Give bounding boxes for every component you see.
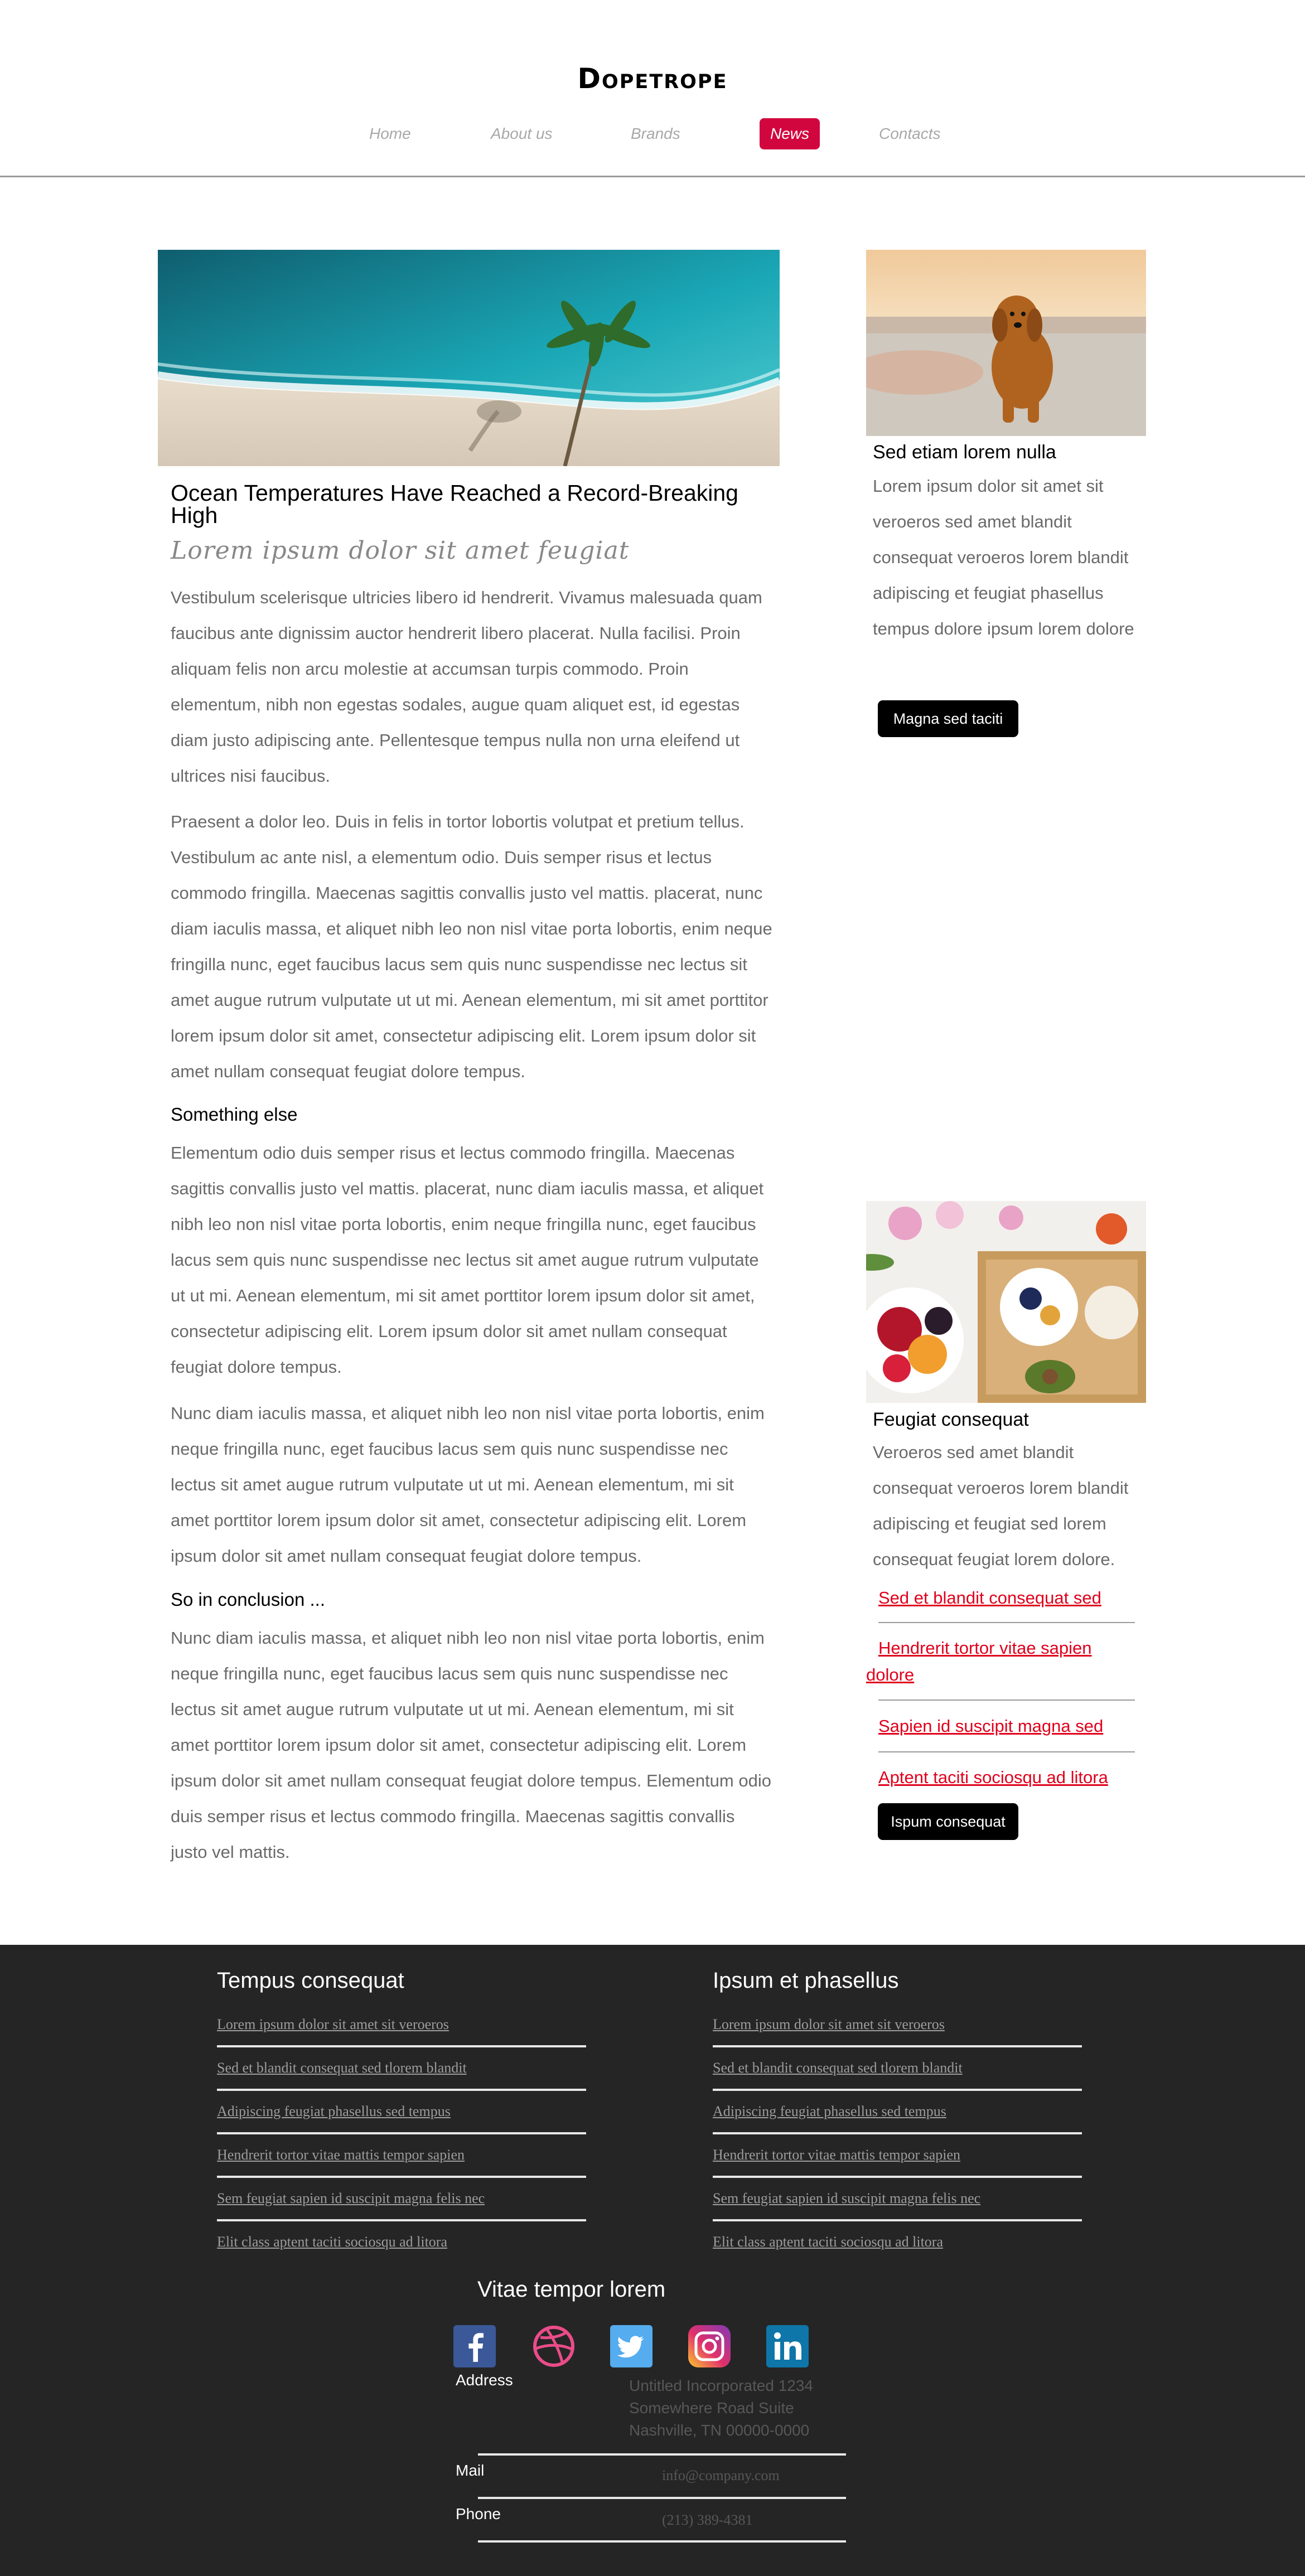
section-heading-something-else: Something else bbox=[171, 1104, 298, 1125]
sidebar-link-3[interactable]: Sapien id suscipit magna sed bbox=[878, 1713, 1103, 1740]
address-line-2: Somewhere Road Suite bbox=[629, 2399, 794, 2417]
divider bbox=[878, 1699, 1135, 1701]
footer-col2-link-2[interactable]: Sed et blandit consequat sed tlorem blan… bbox=[713, 2060, 963, 2076]
divider bbox=[478, 2540, 846, 2543]
address-line-3: Nashville, TN 00000-0000 bbox=[629, 2422, 810, 2439]
sidebar-link-2[interactable]: Hendrerit tortor vitae sapien dolore bbox=[866, 1635, 1134, 1688]
footer-col1-heading: Tempus consequat bbox=[217, 1968, 404, 1993]
article-paragraph-3: Elementum odio duis semper risus et lect… bbox=[171, 1143, 764, 1377]
ispum-consequat-button[interactable]: Ispum consequat bbox=[878, 1803, 1018, 1840]
divider bbox=[217, 2132, 586, 2134]
article-paragraph-2: Praesent a dolor leo. Duis in felis in t… bbox=[171, 812, 772, 1081]
phone-value[interactable]: (213) 389-4381 bbox=[662, 2512, 752, 2529]
article-paragraph-1: Vestibulum scelerisque ultricies libero … bbox=[171, 588, 762, 786]
footer-col1-link-5[interactable]: Sem feugiat sapien id suscipit magna fel… bbox=[217, 2190, 485, 2207]
site-header: Dopetrope Home About us Brands News Cont… bbox=[0, 0, 1305, 177]
twitter-icon[interactable] bbox=[610, 2325, 652, 2367]
card1-text: Lorem ipsum dolor sit amet sit veroeros … bbox=[873, 476, 1134, 638]
footer-contact-heading: Vitae tempor lorem bbox=[477, 2277, 666, 2302]
footer-col1-link-2[interactable]: Sed et blandit consequat sed tlorem blan… bbox=[217, 2060, 467, 2076]
address-label: Address bbox=[456, 2371, 513, 2389]
divider bbox=[713, 2045, 1082, 2047]
article-subtitle: Lorem ipsum dolor sit amet feugiat bbox=[171, 536, 630, 565]
sidebar-link-1[interactable]: Sed et blandit consequat sed bbox=[878, 1585, 1101, 1611]
article-paragraph-4: Nunc diam iaculis massa, et aliquet nibh… bbox=[171, 1403, 765, 1566]
nav-about-us[interactable]: About us bbox=[491, 125, 553, 143]
footer-col2-link-1[interactable]: Lorem ipsum dolor sit amet sit veroeros bbox=[713, 2016, 945, 2033]
divider bbox=[217, 2045, 586, 2047]
footer-col1-link-4[interactable]: Hendrerit tortor vitae mattis tempor sap… bbox=[217, 2147, 465, 2163]
card2-title: Feugiat consequat bbox=[873, 1409, 1029, 1430]
card1-title: Sed etiam lorem nulla bbox=[873, 442, 1056, 463]
footer-col1-link-3[interactable]: Adipiscing feugiat phasellus sed tempus bbox=[217, 2103, 451, 2120]
site-footer bbox=[0, 1945, 1305, 2576]
mail-value[interactable]: info@company.com bbox=[662, 2467, 780, 2484]
phone-label: Phone bbox=[456, 2505, 501, 2522]
divider bbox=[478, 2497, 846, 2499]
footer-col2-link-6[interactable]: Elit class aptent taciti sociosqu ad lit… bbox=[713, 2234, 943, 2250]
footer-col2-link-5[interactable]: Sem feugiat sapien id suscipit magna fel… bbox=[713, 2190, 980, 2207]
divider bbox=[713, 2089, 1082, 2091]
divider bbox=[217, 2176, 586, 2178]
nav-contacts[interactable]: Contacts bbox=[879, 125, 941, 143]
divider bbox=[713, 2176, 1082, 2178]
address-line-1: Untitled Incorporated 1234 bbox=[629, 2377, 813, 2394]
divider bbox=[713, 2132, 1082, 2134]
nav-news-active[interactable]: News bbox=[760, 118, 820, 149]
site-logo[interactable]: Dopetrope bbox=[0, 62, 1305, 95]
divider bbox=[478, 2453, 846, 2456]
divider bbox=[217, 2219, 586, 2221]
footer-col1-link-1[interactable]: Lorem ipsum dolor sit amet sit veroeros bbox=[217, 2016, 449, 2033]
sidebar-image-dog bbox=[866, 250, 1146, 436]
nav-home[interactable]: Home bbox=[369, 125, 411, 143]
card2-text: Veroeros sed amet blandit consequat vero… bbox=[873, 1442, 1129, 1569]
sidebar-link-4[interactable]: Aptent taciti sociosqu ad litora bbox=[878, 1764, 1108, 1791]
section-heading-conclusion: So in conclusion ... bbox=[171, 1589, 325, 1610]
dribbble-icon[interactable] bbox=[533, 2325, 575, 2367]
nav-brands[interactable]: Brands bbox=[631, 125, 680, 143]
magna-sed-taciti-button[interactable]: Magna sed taciti bbox=[878, 700, 1018, 737]
linkedin-icon[interactable] bbox=[766, 2325, 809, 2367]
footer-col2-link-3[interactable]: Adipiscing feugiat phasellus sed tempus bbox=[713, 2103, 946, 2120]
divider bbox=[713, 2219, 1082, 2221]
footer-col2-link-4[interactable]: Hendrerit tortor vitae mattis tempor sap… bbox=[713, 2147, 960, 2163]
divider bbox=[217, 2089, 586, 2091]
footer-col1-link-6[interactable]: Elit class aptent taciti sociosqu ad lit… bbox=[217, 2234, 447, 2250]
hero-image-beach bbox=[158, 250, 780, 466]
article-title: Ocean Temperatures Have Reached a Record… bbox=[171, 480, 738, 528]
sidebar-image-food bbox=[866, 1201, 1146, 1403]
mail-label: Mail bbox=[456, 2462, 485, 2479]
article-paragraph-5: Nunc diam iaculis massa, et aliquet nibh… bbox=[171, 1628, 771, 1862]
footer-col2-heading: Ipsum et phasellus bbox=[713, 1968, 899, 1993]
divider bbox=[878, 1622, 1135, 1623]
instagram-icon[interactable] bbox=[688, 2325, 731, 2367]
divider bbox=[878, 1751, 1135, 1752]
facebook-icon[interactable] bbox=[453, 2325, 496, 2367]
